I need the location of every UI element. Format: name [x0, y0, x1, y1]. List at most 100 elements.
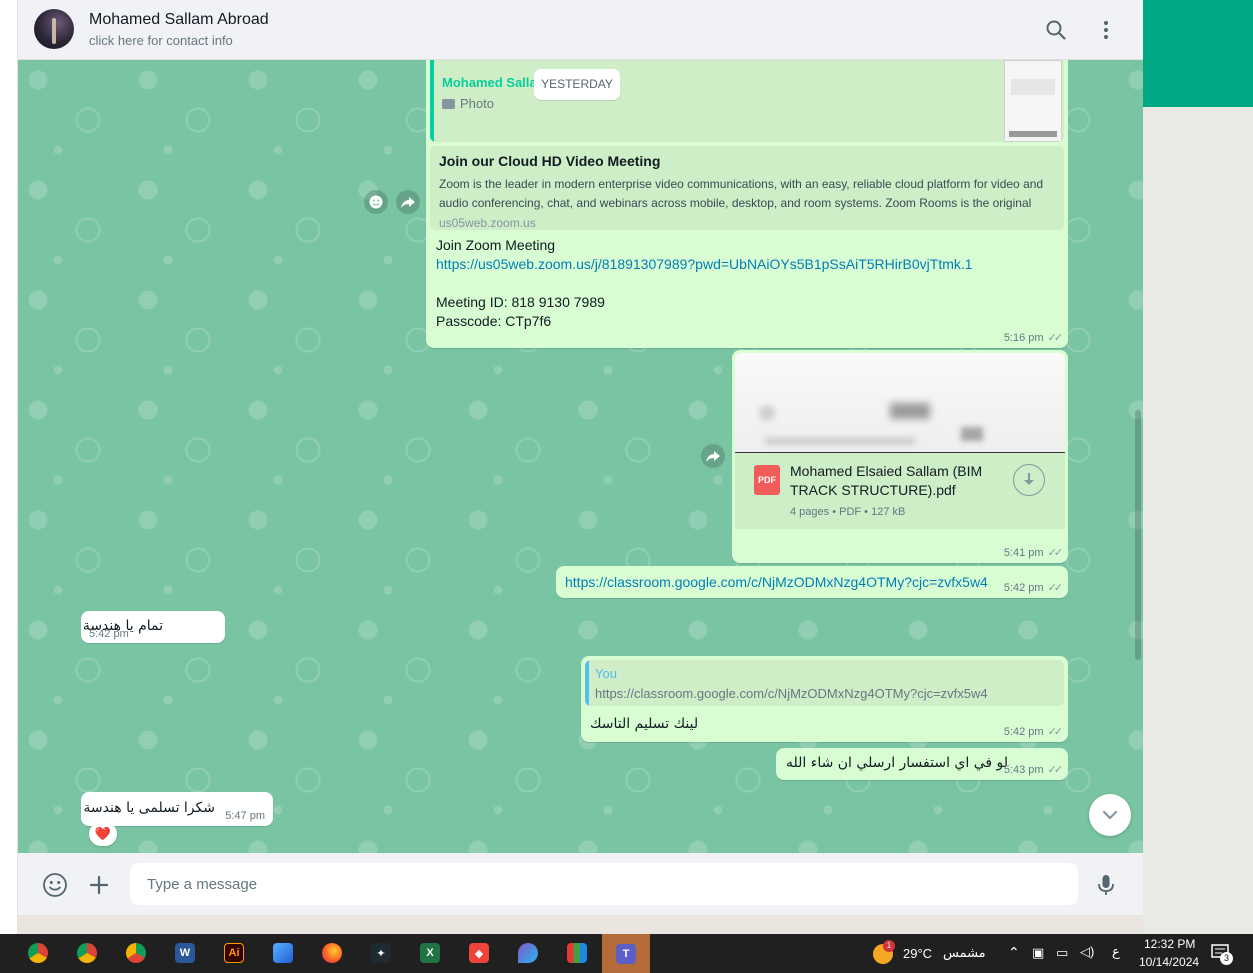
- app-accent-band: [1143, 0, 1253, 107]
- excel-icon[interactable]: X: [414, 937, 446, 969]
- chat-pane[interactable]: Mohamed Sallam Photo Join our Cloud HD V…: [18, 60, 1143, 853]
- passcode: Passcode: CTp7f6: [436, 313, 552, 329]
- message-incoming[interactable]: شكرا تسلمى يا هندسة 5:47 pm: [81, 792, 273, 826]
- sidebar-edge: [0, 0, 18, 934]
- time-label: 5:42 pm: [1003, 726, 1044, 738]
- anydesk-icon[interactable]: ◆: [463, 937, 495, 969]
- plus-icon[interactable]: [86, 872, 112, 898]
- clock-date[interactable]: 10/14/2024: [1139, 955, 1199, 969]
- quote-bar: [430, 60, 434, 142]
- heart-reaction[interactable]: ❤️: [89, 822, 117, 846]
- temperature[interactable]: 29°C: [903, 946, 932, 961]
- illustrator-icon[interactable]: Ai: [218, 937, 250, 969]
- chevron-down-icon: [1102, 810, 1118, 820]
- message-quoted-reply[interactable]: You https://classroom.google.com/c/NjMzO…: [581, 656, 1068, 742]
- quoted-photo[interactable]: Mohamed Sallam Photo: [430, 60, 1064, 142]
- contact-name[interactable]: Mohamed Sallam Abroad: [89, 11, 269, 29]
- paint-icon[interactable]: [512, 937, 544, 969]
- message-text: Join Zoom Meeting https://us05web.zoom.u…: [436, 236, 973, 331]
- time-label: 5:16 pm: [1003, 332, 1044, 344]
- camera-icon: [442, 99, 455, 109]
- time-label: 5:43 pm: [1003, 764, 1044, 776]
- preview-title: Join our Cloud HD Video Meeting: [439, 153, 661, 169]
- download-icon[interactable]: [1013, 464, 1045, 496]
- composer[interactable]: [18, 853, 1143, 915]
- chrome-alt-icon[interactable]: [120, 937, 152, 969]
- message-text: شكرا تسلمى يا هندسة: [83, 800, 215, 816]
- forward-icon[interactable]: [396, 190, 420, 214]
- weather-label[interactable]: مشمس: [943, 946, 986, 961]
- quote-author: You: [595, 666, 617, 681]
- pdf-file-row[interactable]: PDF Mohamed Elsaied Sallam (BIM TRACK ST…: [735, 453, 1065, 529]
- message-zoom[interactable]: Mohamed Sallam Photo Join our Cloud HD V…: [426, 60, 1068, 348]
- pdf-badge: PDF: [758, 475, 776, 485]
- emoji-reaction-icon[interactable]: [364, 190, 388, 214]
- chat-scrollbar[interactable]: [1135, 410, 1141, 660]
- message-time: 5:43 pm ✓✓: [1003, 763, 1063, 776]
- message-incoming[interactable]: تمام يا هندسة 5:42 pm: [81, 611, 225, 643]
- chrome-profile-icon[interactable]: [22, 937, 54, 969]
- word-icon[interactable]: W: [169, 937, 201, 969]
- classroom-link[interactable]: https://classroom.google.com/c/NjMzODMxN…: [565, 574, 988, 590]
- network-icon[interactable]: ▭: [1056, 945, 1068, 961]
- message-followup[interactable]: لو في اي استفسار ارسلي ان شاء الله 5:43 …: [776, 748, 1068, 780]
- photo-thumbnail[interactable]: [1004, 60, 1062, 142]
- clock-time[interactable]: 12:32 PM: [1144, 937, 1195, 951]
- double-check-icon: ✓✓: [1047, 582, 1064, 594]
- message-time: 5:42 pm: [89, 628, 129, 640]
- chat-header[interactable]: Mohamed Sallam Abroad click here for con…: [18, 0, 1143, 60]
- window-background: [1143, 107, 1253, 934]
- language-indicator[interactable]: ع: [1112, 945, 1120, 960]
- camera-tray-icon[interactable]: ▣: [1032, 945, 1044, 961]
- search-icon[interactable]: [1044, 18, 1068, 42]
- double-check-icon: ✓✓: [1047, 726, 1064, 738]
- scroll-down-button[interactable]: [1089, 794, 1131, 836]
- message-text: لو في اي استفسار ارسلي ان شاء الله: [786, 755, 1009, 771]
- firefox-icon[interactable]: [316, 937, 348, 969]
- chrome-icon[interactable]: [71, 937, 103, 969]
- message-time: 5:47 pm: [225, 810, 265, 822]
- weather-badge: 1: [883, 940, 895, 952]
- notification-icon[interactable]: 3: [1211, 944, 1233, 965]
- chevron-up-icon[interactable]: ⌃: [1008, 944, 1020, 961]
- mic-icon[interactable]: [1093, 872, 1119, 898]
- quote-author: Mohamed Sallam: [442, 75, 549, 90]
- date-divider: YESTERDAY: [534, 69, 620, 100]
- teams-icon[interactable]: T: [602, 934, 650, 973]
- link-preview[interactable]: Join our Cloud HD Video Meeting Zoom is …: [430, 146, 1064, 230]
- pdf-preview[interactable]: [735, 353, 1065, 453]
- message-classroom-link[interactable]: https://classroom.google.com/c/NjMzODMxN…: [556, 566, 1068, 598]
- capcut-icon[interactable]: ✦: [365, 937, 397, 969]
- avatar[interactable]: [34, 9, 74, 49]
- message-input[interactable]: [130, 863, 1078, 905]
- message-time: 5:42 pm ✓✓: [1003, 725, 1064, 738]
- zoom-line-join: Join Zoom Meeting: [436, 237, 556, 253]
- double-check-icon: ✓✓: [1047, 547, 1064, 559]
- notification-count: 3: [1220, 952, 1233, 965]
- message-pdf[interactable]: PDF Mohamed Elsaied Sallam (BIM TRACK ST…: [732, 350, 1068, 563]
- contact-info-hint[interactable]: click here for contact info: [89, 33, 233, 48]
- quote-bar: [585, 660, 589, 706]
- weather-sun-icon[interactable]: 1: [873, 940, 895, 964]
- emoji-icon[interactable]: [42, 872, 68, 898]
- time-label: 5:42 pm: [1003, 582, 1044, 594]
- message-time: 5:42 pm ✓✓: [1003, 581, 1064, 594]
- time-label: 5:41 pm: [1003, 547, 1044, 559]
- quote-text: https://classroom.google.com/c/NjMzODMxN…: [595, 686, 988, 701]
- message-time: 5:16 pm ✓✓: [1003, 331, 1064, 344]
- preview-domain: us05web.zoom.us: [439, 216, 536, 230]
- preview-description: Zoom is the leader in modern enterprise …: [439, 177, 1044, 210]
- kebab-menu-icon[interactable]: [1094, 18, 1118, 42]
- zoom-link[interactable]: https://us05web.zoom.us/j/81891307989?pw…: [436, 255, 973, 274]
- pdf-meta: 4 pages • PDF • 127 kB: [790, 506, 906, 518]
- quoted-message[interactable]: You https://classroom.google.com/c/NjMzO…: [585, 660, 1064, 706]
- double-check-icon: ✓✓: [1047, 332, 1064, 344]
- forward-icon[interactable]: [701, 444, 725, 468]
- pdf-file-name: Mohamed Elsaied Sallam (BIM TRACK STRUCT…: [790, 463, 983, 498]
- pdf-icon: PDF: [754, 465, 780, 495]
- volume-icon[interactable]: ◁): [1080, 944, 1094, 960]
- meeting-id: Meeting ID: 818 9130 7989: [436, 294, 605, 310]
- photos-icon[interactable]: [267, 937, 299, 969]
- paint-tool-icon[interactable]: [561, 937, 593, 969]
- quote-type-label: Photo: [460, 96, 494, 111]
